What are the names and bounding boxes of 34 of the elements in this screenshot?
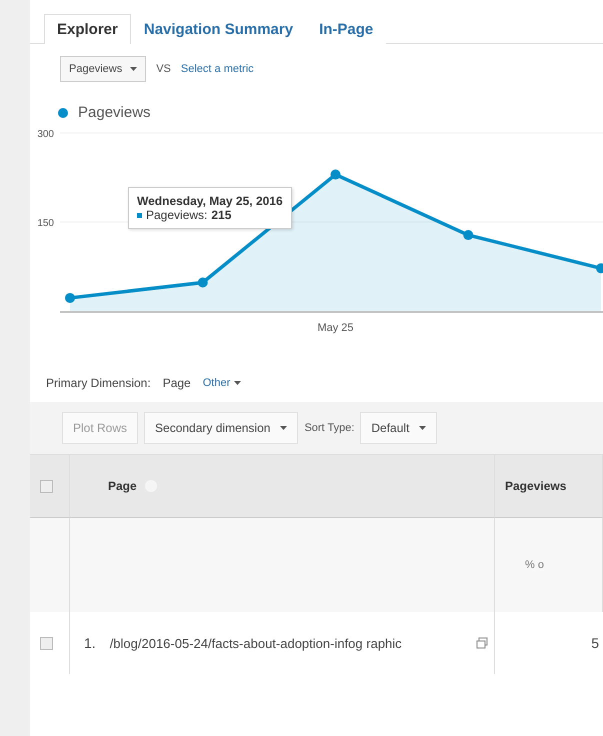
column-header: Pageviews [495, 455, 603, 518]
page-link[interactable]: /blog/2016-05-24/facts-about-adoption-infog raphic [110, 636, 462, 650]
select-all-checkbox[interactable] [40, 480, 53, 492]
point [330, 170, 340, 180]
secondary-dimension-dropdown[interactable]: Secondary dimension [144, 412, 298, 444]
sort-type-dropdown[interactable]: Default [360, 412, 438, 444]
x-tick-label: May 25 [317, 322, 354, 334]
y-tick-label: 150 [37, 218, 54, 229]
tooltip-title: Wednesday, May 25, 2016 [137, 194, 283, 208]
point [198, 278, 208, 288]
popup-icon[interactable] [476, 637, 488, 649]
vs-label: VS [156, 63, 171, 75]
caret-icon [419, 426, 426, 430]
tab[interactable]: Explorer [44, 14, 131, 44]
legend-label: Pageviews [78, 104, 151, 121]
tooltip-series: Pageviews: [146, 208, 208, 222]
row-checkbox[interactable] [40, 636, 53, 650]
caret-icon [130, 67, 138, 71]
dimension-value: Page [162, 376, 191, 390]
other-dropdown[interactable]: Other [202, 377, 242, 389]
column-header: Page [108, 479, 137, 493]
sort-type-label: Sort Type: [304, 422, 354, 434]
y-tick-label: 300 [37, 129, 54, 140]
point [65, 292, 75, 303]
totals-cell: % o [525, 559, 544, 571]
caret-icon [280, 426, 288, 430]
select-metric-link[interactable]: Select a metric [180, 63, 254, 75]
row-index: 1. [84, 635, 96, 651]
tooltip-value: 215 [211, 208, 232, 222]
dimension-label: Primary Dimension: [46, 376, 151, 390]
point [463, 230, 474, 240]
caret-icon [234, 381, 242, 385]
pageviews-cell: 5 [591, 635, 599, 651]
metric-dropdown[interactable]: Pageviews [60, 56, 146, 82]
